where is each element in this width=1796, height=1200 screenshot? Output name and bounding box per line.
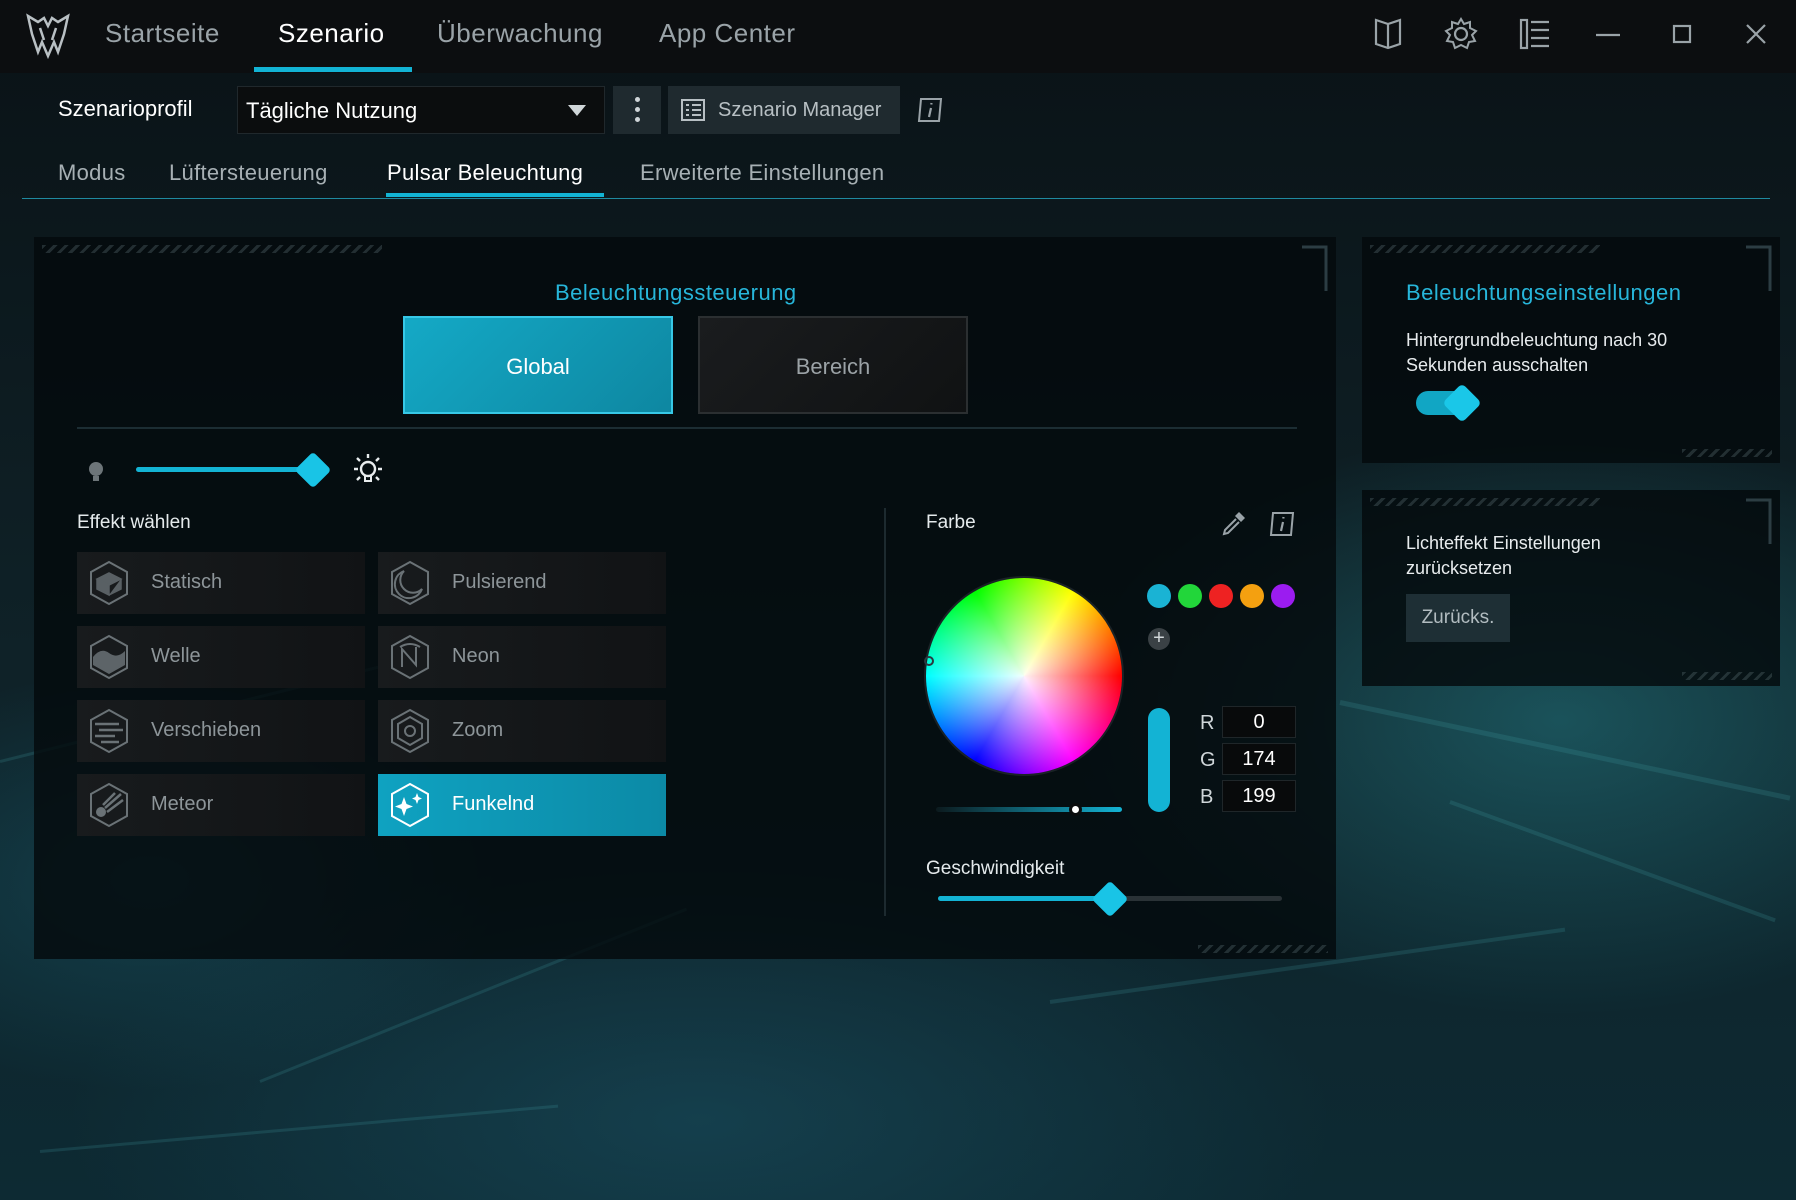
predator-logo [26, 13, 70, 60]
subtab-divider [22, 198, 1770, 199]
backlight-timeout-label: Hintergrundbeleuchtung nach 30 Sekunden … [1406, 330, 1668, 375]
effect-funkelnd[interactable]: Funkelnd [378, 774, 666, 836]
subtab-erweiterte-einstellungen[interactable]: Erweiterte Einstellungen [640, 160, 884, 186]
effect-verschieben[interactable]: Verschieben [77, 700, 365, 762]
cube-icon [90, 560, 128, 606]
color-swatch-purple[interactable] [1271, 584, 1295, 608]
global-mode-button[interactable]: Global [403, 316, 673, 414]
nav-tab-app-center[interactable]: App Center [659, 18, 796, 49]
color-info-icon[interactable] [1268, 510, 1296, 538]
settings-gear-icon[interactable] [1443, 16, 1479, 52]
list-manager-icon [681, 99, 705, 121]
effect-select-title: Effekt wählen [77, 512, 191, 533]
effect-color-separator [884, 508, 886, 916]
subtab-modus[interactable]: Modus [58, 160, 126, 186]
close-icon[interactable] [1738, 16, 1774, 52]
color-intensity-slider[interactable] [936, 807, 1122, 812]
effect-statisch-label: Statisch [151, 571, 223, 593]
meteor-icon [90, 782, 128, 828]
scenario-manager-button[interactable]: Szenario Manager [668, 86, 900, 134]
color-swatch-cyan[interactable] [1147, 584, 1171, 608]
subtab-pulsar-beleuchtung[interactable]: Pulsar Beleuchtung [387, 160, 583, 186]
book-icon[interactable] [1370, 16, 1406, 52]
lighting-settings-title: Beleuchtungseinstellungen [1406, 280, 1682, 305]
info-icon[interactable] [916, 96, 944, 124]
reset-effects-label: Lichteffekt Einstellungen zurücksetzen [1406, 533, 1601, 578]
nav-tab-startseite[interactable]: Startseite [105, 18, 220, 49]
eyedropper-icon[interactable] [1219, 508, 1249, 538]
effect-funkelnd-label: Funkelnd [452, 793, 535, 815]
panel-corner-decoration [1746, 498, 1772, 544]
speed-title: Geschwindigkeit [926, 858, 1065, 879]
zone-mode-button[interactable]: Bereich [698, 316, 968, 414]
profile-more-button[interactable] [613, 86, 661, 134]
wave-icon [90, 634, 128, 680]
crescent-icon [391, 560, 429, 606]
maximize-icon[interactable] [1664, 16, 1700, 52]
effect-meteor[interactable]: Meteor [77, 774, 365, 836]
color-swatch-orange[interactable] [1240, 584, 1264, 608]
r-input[interactable]: 0 [1222, 706, 1296, 738]
more-dots-icon [635, 97, 640, 102]
color-swatch-green[interactable] [1178, 584, 1202, 608]
nav-tab-ueberwachung[interactable]: Überwachung [437, 18, 603, 49]
title-bar: Startseite Szenario Überwachung App Cent… [0, 0, 1796, 73]
effect-neon[interactable]: Neon [378, 626, 666, 688]
nav-active-indicator [254, 67, 412, 72]
reset-panel [1362, 490, 1780, 686]
subtab-active-indicator [386, 193, 604, 197]
profile-selected-value: Tägliche Nutzung [246, 98, 418, 123]
effect-statisch[interactable]: Statisch [77, 552, 365, 614]
effect-zoom[interactable]: Zoom [378, 700, 666, 762]
effect-welle[interactable]: Welle [77, 626, 365, 688]
color-title: Farbe [926, 512, 976, 533]
g-input[interactable]: 174 [1222, 743, 1296, 775]
color-intensity-knob[interactable] [1069, 803, 1082, 816]
scenario-manager-label: Szenario Manager [718, 99, 882, 121]
profile-dropdown[interactable]: Tägliche Nutzung [237, 86, 605, 134]
r-label: R [1200, 712, 1215, 734]
effect-zoom-label: Zoom [452, 719, 504, 741]
shift-icon [90, 708, 128, 754]
neon-icon [391, 634, 429, 680]
color-wheel-picker[interactable] [924, 656, 934, 666]
effect-pulsierend-label: Pulsierend [452, 571, 547, 593]
b-input[interactable]: 199 [1222, 780, 1296, 812]
reset-button[interactable]: Zurücks. [1406, 594, 1510, 642]
chevron-down-icon [568, 105, 586, 116]
brightness-high-icon [354, 454, 382, 482]
sparkle-icon [391, 782, 429, 828]
color-wheel[interactable] [926, 578, 1122, 774]
lighting-control-title: Beleuchtungssteuerung [555, 280, 797, 305]
color-swatch-red[interactable] [1209, 584, 1233, 608]
brightness-low-icon [89, 462, 103, 481]
color-preview-bar [1148, 708, 1170, 812]
effect-pulsierend[interactable]: Pulsierend [378, 552, 666, 614]
panel-corner-decoration [1746, 245, 1772, 291]
add-color-button[interactable]: + [1148, 628, 1170, 650]
backlight-timeout-toggle[interactable] [1416, 383, 1482, 423]
subtab-lueftersteuerung[interactable]: Lüftersteuerung [169, 160, 328, 186]
list-icon[interactable] [1517, 16, 1553, 52]
effect-welle-label: Welle [151, 645, 201, 667]
effect-meteor-label: Meteor [151, 793, 214, 815]
b-label: B [1200, 786, 1214, 808]
nav-tab-szenario[interactable]: Szenario [278, 18, 385, 49]
panel-corner-decoration [1302, 245, 1328, 291]
minimize-icon[interactable] [1590, 16, 1626, 52]
effect-verschieben-label: Verschieben [151, 719, 262, 741]
g-label: G [1200, 749, 1216, 771]
zoom-icon [391, 708, 429, 754]
profile-label: Szenarioprofil [58, 96, 193, 121]
lighting-divider [77, 427, 1297, 429]
effect-neon-label: Neon [452, 645, 500, 667]
